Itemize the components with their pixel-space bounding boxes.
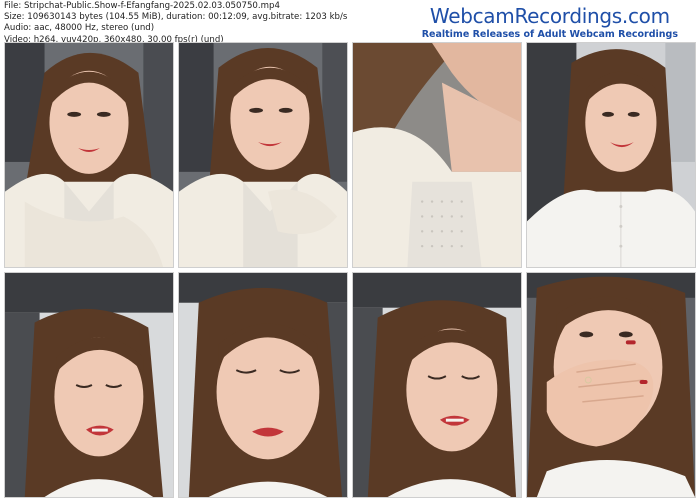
thumbnail-3[interactable] (352, 42, 522, 268)
thumbnail-6-image (179, 273, 347, 497)
thumbnail-6[interactable] (178, 272, 348, 498)
thumbnail-4[interactable] (526, 42, 696, 268)
brand-logo: WebcamRecordings.com Realtime Releases o… (422, 4, 678, 41)
file-info: File: Stripchat-Public.Show-f-Efangfang-… (4, 1, 347, 46)
audio-line: Audio: aac, 48000 Hz, stereo (und) (4, 23, 155, 34)
thumbnail-8[interactable] (526, 272, 696, 498)
thumbnail-2-image (179, 43, 347, 267)
thumbnail-3-image (353, 43, 521, 267)
thumbnail-7-image (353, 273, 521, 497)
thumbnail-2[interactable] (178, 42, 348, 268)
thumbnail-8-image (527, 273, 695, 497)
thumbnail-grid (4, 42, 697, 498)
file-name-line: File: Stripchat-Public.Show-f-Efangfang-… (4, 1, 280, 11)
thumbnail-4-image (527, 43, 695, 267)
thumbnail-5-image (5, 273, 173, 497)
brand-tagline: Realtime Releases of Adult Webcam Record… (421, 29, 678, 40)
thumbnail-5[interactable] (4, 272, 174, 498)
thumbnail-1-image (5, 43, 173, 267)
file-size-line: Size: 109630143 bytes (104.55 MiB), dura… (4, 12, 348, 23)
thumbnail-7[interactable] (352, 272, 522, 498)
thumbnail-1[interactable] (4, 42, 174, 268)
brand-name: WebcamRecordings.com (429, 4, 670, 28)
